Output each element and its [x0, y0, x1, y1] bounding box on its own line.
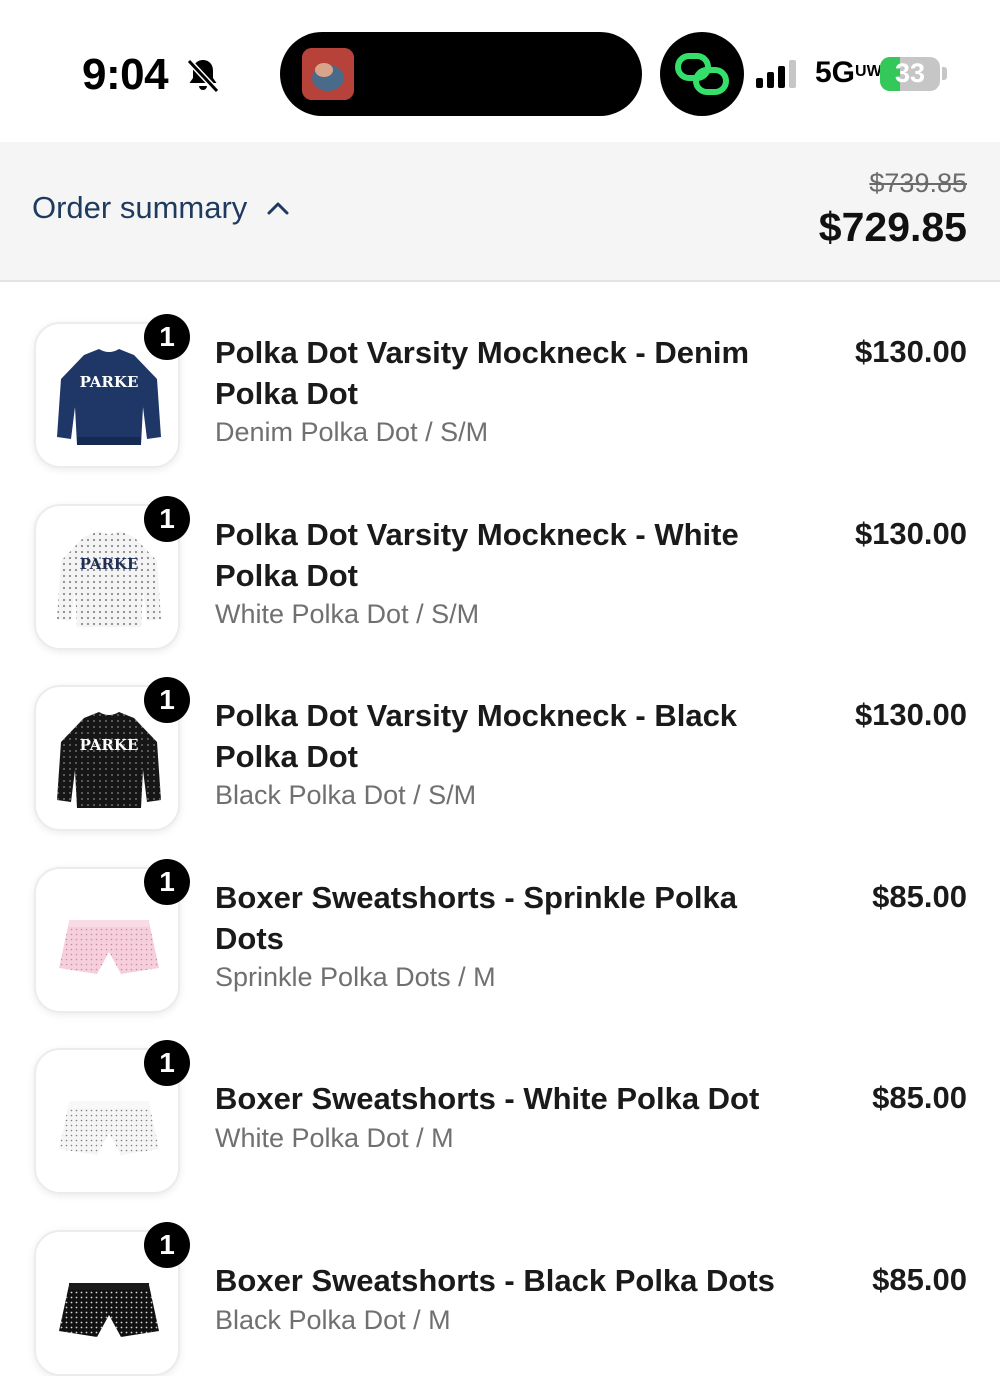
item-variant: Denim Polka Dot / S/M [215, 417, 489, 447]
image-print-text: PARKE [80, 555, 139, 573]
quantity-badge: 1 [144, 314, 190, 360]
line-items-list: PARKE 1 Polka Dot Varsity Mockneck - Den… [0, 284, 1000, 1376]
chevron-up-icon [267, 202, 289, 215]
line-item: 1 Boxer Sweatshorts - White Polka Dot Wh… [0, 1010, 1000, 1194]
item-variant: Black Polka Dot / S/M [215, 780, 477, 810]
dynamic-island[interactable] [280, 32, 642, 116]
original-total: $739.85 [869, 168, 967, 198]
line-item: PARKE 1 Polka Dot Varsity Mockneck - Bla… [0, 647, 1000, 831]
battery-percent: 33 [894, 58, 926, 88]
order-total: $729.85 [818, 204, 967, 250]
item-variant: Black Polka Dot / M [215, 1304, 451, 1335]
network-label: 5G [815, 56, 856, 89]
quantity-badge: 1 [144, 1040, 190, 1086]
item-variant: White Polka Dot / S/M [215, 598, 480, 629]
status-bar: 9:04 5GUW 33 [0, 0, 1000, 142]
line-item: PARKE 1 Polka Dot Varsity Mockneck - Whi… [0, 466, 1000, 650]
item-name: Polka Dot Varsity Mockneck - White Polka… [215, 516, 739, 593]
status-time: 9:04 [82, 50, 169, 99]
image-print-text: PARKE [80, 736, 139, 754]
link-icon [675, 53, 729, 95]
battery-icon: 33 [880, 57, 940, 91]
order-summary-toggle[interactable]: Order summary [32, 190, 291, 226]
line-item: PARKE 1 Polka Dot Varsity Mockneck - Den… [0, 284, 1000, 468]
quantity-badge: 1 [144, 677, 190, 723]
item-price: $130.00 [854, 515, 967, 551]
bell-slash-icon [186, 58, 220, 94]
line-item: 1 Boxer Sweatshorts - Sprinkle Polka Dot… [0, 829, 1000, 1013]
quantity-badge: 1 [144, 1221, 190, 1268]
item-name: Boxer Sweatshorts - Sprinkle Polka Dots [215, 879, 738, 956]
order-summary-header: Order summary $739.85 $729.85 [0, 142, 1000, 282]
chat-app-indicator[interactable] [660, 32, 744, 116]
item-price: $130.00 [854, 697, 967, 732]
item-name: Boxer Sweatshorts - Black Polka Dots [215, 1262, 775, 1298]
battery-nub [942, 67, 947, 80]
item-variant: White Polka Dot / M [215, 1123, 454, 1153]
network-suffix: UW [855, 63, 882, 80]
item-price: $85.00 [872, 1261, 967, 1297]
quantity-badge: 1 [144, 495, 190, 542]
item-name: Boxer Sweatshorts - White Polka Dot [215, 1081, 760, 1116]
image-print-text: PARKE [80, 373, 139, 391]
network-type: 5GUW [815, 56, 882, 90]
item-variant: Sprinkle Polka Dots / M [215, 961, 496, 992]
order-summary-label: Order summary [32, 190, 248, 225]
line-item: 1 Boxer Sweatshorts - Black Polka Dots B… [0, 1192, 1000, 1376]
item-name: Polka Dot Varsity Mockneck - Denim Polka… [215, 335, 750, 411]
item-price: $130.00 [854, 334, 967, 369]
quantity-badge: 1 [144, 858, 190, 905]
now-playing-thumbnail [302, 48, 354, 100]
signal-icon [756, 60, 796, 88]
item-name: Polka Dot Varsity Mockneck - Black Polka… [215, 698, 738, 774]
item-price: $85.00 [872, 878, 967, 914]
item-price: $85.00 [872, 1080, 967, 1115]
